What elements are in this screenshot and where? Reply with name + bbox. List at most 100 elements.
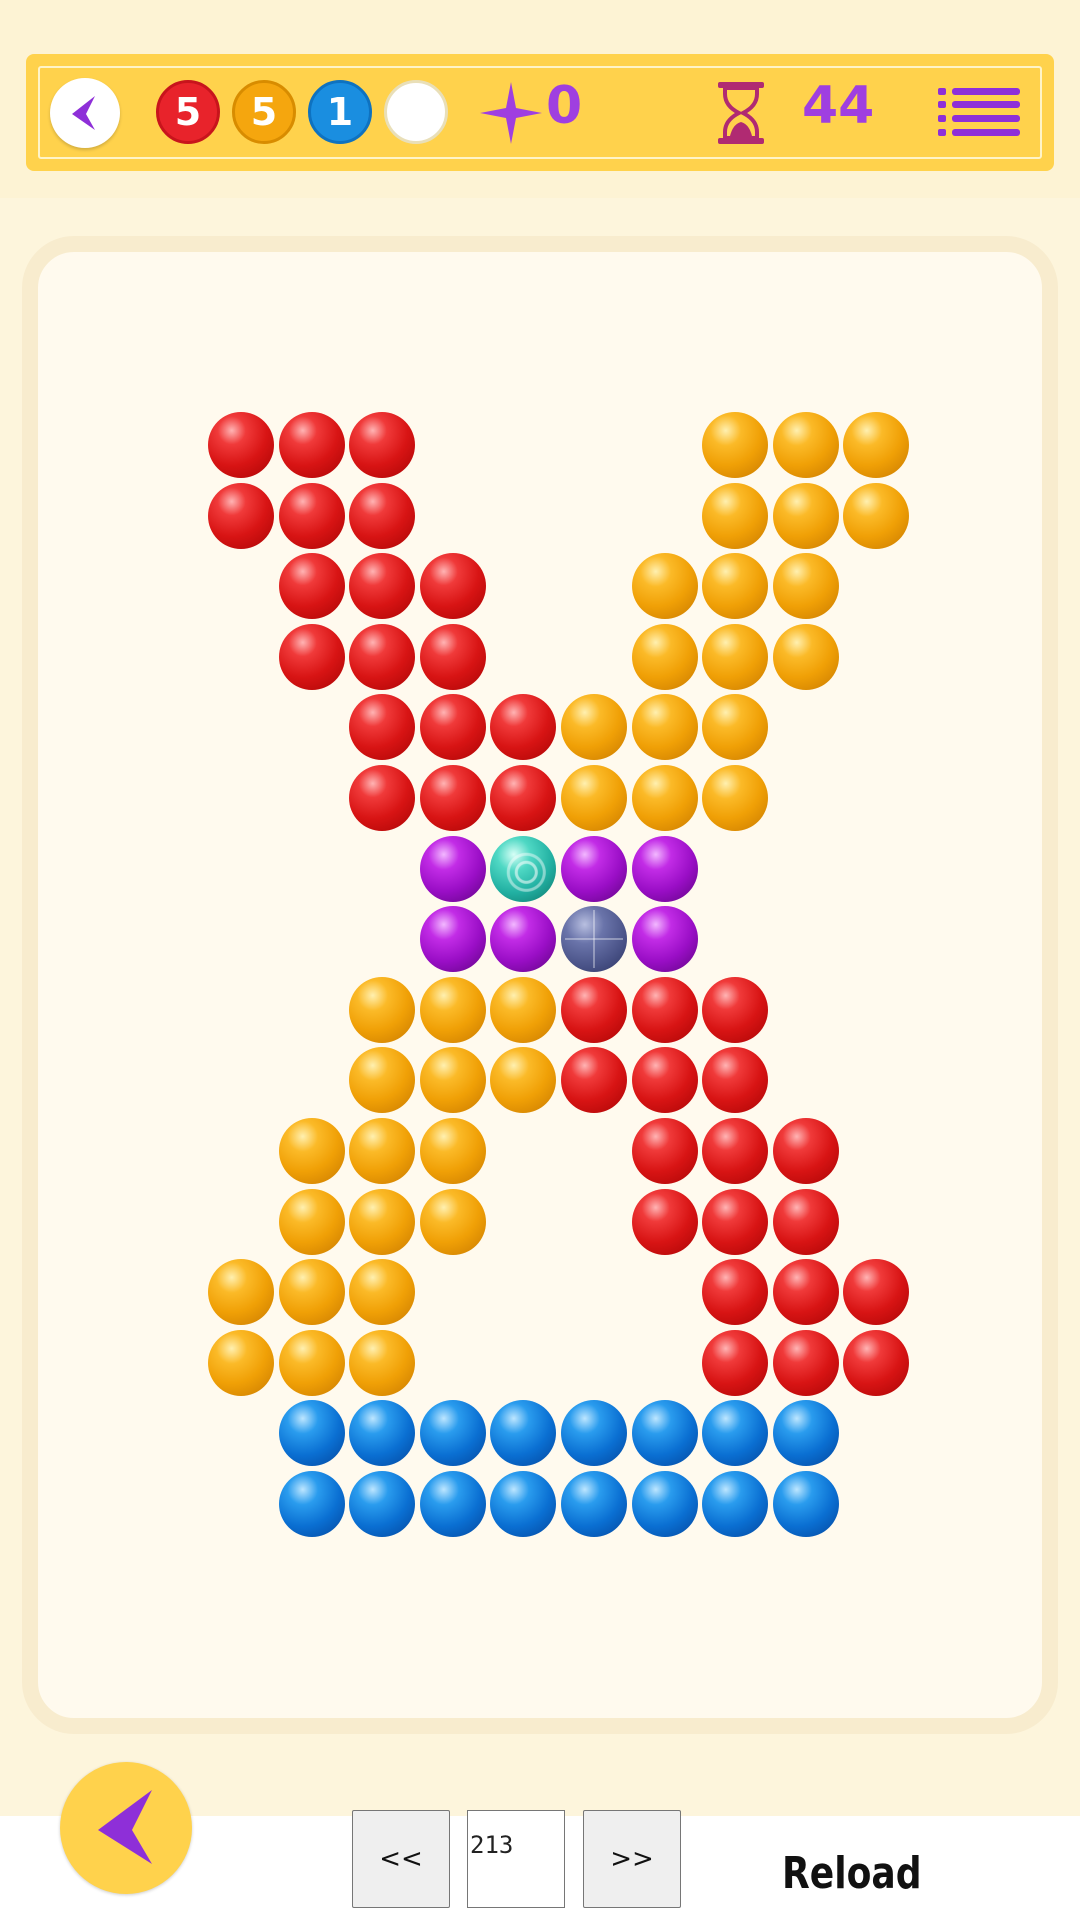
purple-ball[interactable] bbox=[490, 906, 556, 972]
blue-ball[interactable] bbox=[490, 1400, 556, 1466]
orange-ball[interactable] bbox=[632, 553, 698, 619]
orange-ball[interactable] bbox=[843, 412, 909, 478]
orange-ball[interactable] bbox=[349, 1259, 415, 1325]
orange-ball[interactable] bbox=[349, 1047, 415, 1113]
red-ball[interactable] bbox=[279, 624, 345, 690]
blue-ball[interactable] bbox=[561, 1471, 627, 1537]
blue-ball[interactable] bbox=[349, 1471, 415, 1537]
blue-ball[interactable] bbox=[279, 1471, 345, 1537]
blue-ball[interactable] bbox=[561, 1400, 627, 1466]
red-ball[interactable] bbox=[843, 1259, 909, 1325]
purple-ball[interactable] bbox=[420, 836, 486, 902]
red-ball[interactable] bbox=[490, 765, 556, 831]
orange-ball[interactable] bbox=[420, 1047, 486, 1113]
red-ball[interactable] bbox=[279, 553, 345, 619]
orange-ball[interactable] bbox=[279, 1259, 345, 1325]
purple-ball[interactable] bbox=[561, 836, 627, 902]
orange-ball[interactable] bbox=[702, 694, 768, 760]
red-ball[interactable] bbox=[420, 553, 486, 619]
blue-ball[interactable] bbox=[773, 1400, 839, 1466]
red-ball[interactable] bbox=[349, 765, 415, 831]
blue-ball[interactable] bbox=[490, 1471, 556, 1537]
orange-ball[interactable] bbox=[632, 694, 698, 760]
red-ball[interactable] bbox=[208, 412, 274, 478]
blue-ball[interactable] bbox=[702, 1471, 768, 1537]
orange-ball[interactable] bbox=[349, 1118, 415, 1184]
reload-button[interactable]: Reload bbox=[782, 1848, 922, 1899]
orange-ball[interactable] bbox=[561, 765, 627, 831]
menu-icon[interactable] bbox=[938, 86, 1020, 138]
teal-swirl-ball[interactable] bbox=[490, 836, 556, 902]
level-number-input[interactable]: 213 bbox=[467, 1810, 565, 1908]
orange-ball[interactable] bbox=[773, 624, 839, 690]
orange-ball[interactable] bbox=[702, 624, 768, 690]
red-ball[interactable] bbox=[702, 1330, 768, 1396]
red-ball[interactable] bbox=[490, 694, 556, 760]
red-ball[interactable] bbox=[702, 1259, 768, 1325]
orange-ball[interactable] bbox=[208, 1259, 274, 1325]
blue-ball[interactable] bbox=[773, 1471, 839, 1537]
orange-ball[interactable] bbox=[279, 1330, 345, 1396]
red-ball[interactable] bbox=[773, 1118, 839, 1184]
orange-ball[interactable] bbox=[349, 1330, 415, 1396]
red-ball[interactable] bbox=[349, 694, 415, 760]
red-ball[interactable] bbox=[632, 1118, 698, 1184]
orange-ball[interactable] bbox=[773, 412, 839, 478]
red-ball[interactable] bbox=[279, 483, 345, 549]
header-back-button[interactable] bbox=[50, 78, 120, 148]
footer-back-button[interactable] bbox=[60, 1762, 192, 1894]
blue-ball[interactable] bbox=[279, 1400, 345, 1466]
orange-ball[interactable] bbox=[843, 483, 909, 549]
blue-ball[interactable] bbox=[702, 1400, 768, 1466]
blue-ball[interactable] bbox=[632, 1400, 698, 1466]
red-ball[interactable] bbox=[702, 977, 768, 1043]
purple-ball[interactable] bbox=[420, 906, 486, 972]
orange-ball[interactable] bbox=[490, 977, 556, 1043]
next-level-button[interactable]: >> bbox=[583, 1810, 681, 1908]
orange-ball[interactable] bbox=[279, 1189, 345, 1255]
red-ball[interactable] bbox=[702, 1189, 768, 1255]
orange-ball[interactable] bbox=[490, 1047, 556, 1113]
red-ball[interactable] bbox=[561, 1047, 627, 1113]
orange-ball[interactable] bbox=[773, 483, 839, 549]
red-ball[interactable] bbox=[843, 1330, 909, 1396]
red-ball[interactable] bbox=[773, 1189, 839, 1255]
orange-ball[interactable] bbox=[561, 694, 627, 760]
orange-ball[interactable] bbox=[702, 483, 768, 549]
red-ball[interactable] bbox=[208, 483, 274, 549]
red-ball[interactable] bbox=[349, 483, 415, 549]
blue-ball[interactable] bbox=[420, 1471, 486, 1537]
red-ball[interactable] bbox=[773, 1259, 839, 1325]
red-ball[interactable] bbox=[773, 1330, 839, 1396]
orange-ball[interactable] bbox=[208, 1330, 274, 1396]
red-ball[interactable] bbox=[632, 1047, 698, 1113]
blue-ball[interactable] bbox=[632, 1471, 698, 1537]
blue-ball[interactable] bbox=[420, 1400, 486, 1466]
orange-ball[interactable] bbox=[773, 553, 839, 619]
red-ball[interactable] bbox=[349, 412, 415, 478]
purple-ball[interactable] bbox=[632, 836, 698, 902]
orange-ball[interactable] bbox=[349, 1189, 415, 1255]
orange-ball[interactable] bbox=[632, 624, 698, 690]
red-ball[interactable] bbox=[349, 624, 415, 690]
orange-ball[interactable] bbox=[702, 553, 768, 619]
red-ball[interactable] bbox=[702, 1118, 768, 1184]
red-ball[interactable] bbox=[632, 977, 698, 1043]
orange-ball[interactable] bbox=[279, 1118, 345, 1184]
prev-level-button[interactable]: << bbox=[352, 1810, 450, 1908]
red-ball[interactable] bbox=[279, 412, 345, 478]
purple-ball[interactable] bbox=[632, 906, 698, 972]
red-ball[interactable] bbox=[702, 1047, 768, 1113]
red-ball[interactable] bbox=[561, 977, 627, 1043]
red-ball[interactable] bbox=[349, 553, 415, 619]
orange-ball[interactable] bbox=[632, 765, 698, 831]
slate-ball[interactable] bbox=[561, 906, 627, 972]
orange-ball[interactable] bbox=[702, 765, 768, 831]
red-ball[interactable] bbox=[420, 624, 486, 690]
red-ball[interactable] bbox=[420, 694, 486, 760]
orange-ball[interactable] bbox=[420, 1118, 486, 1184]
red-ball[interactable] bbox=[420, 765, 486, 831]
orange-ball[interactable] bbox=[420, 1189, 486, 1255]
orange-ball[interactable] bbox=[420, 977, 486, 1043]
orange-ball[interactable] bbox=[349, 977, 415, 1043]
